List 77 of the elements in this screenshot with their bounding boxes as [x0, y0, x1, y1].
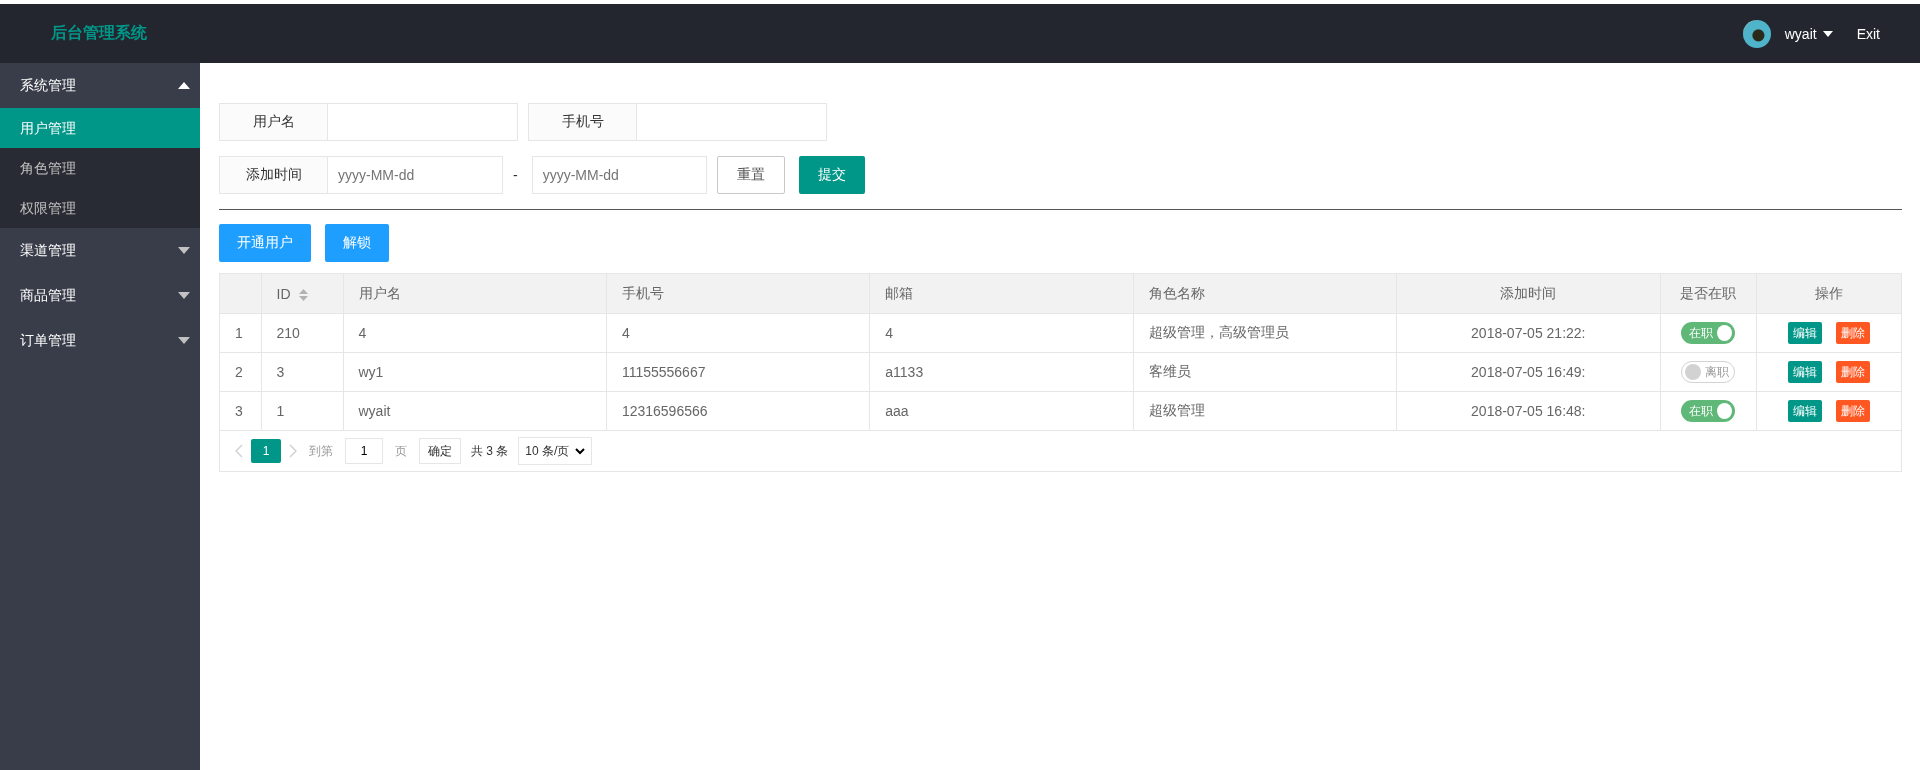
menu-item[interactable]: 角色管理 — [0, 148, 200, 188]
submit-button[interactable]: 提交 — [798, 156, 865, 194]
table-cell: a1133 — [885, 364, 924, 380]
goto-label: 到第 — [309, 442, 333, 460]
table-cell: 2018-07-05 16:48: — [1471, 403, 1586, 419]
table-cell: 210 — [276, 325, 300, 341]
table-cell: wy1 — [358, 364, 384, 380]
table-cell: wyait — [358, 403, 391, 419]
caret-up-icon — [178, 82, 190, 89]
toolbar-button[interactable]: 解锁 — [325, 224, 389, 262]
table-cell: 3 — [235, 403, 243, 419]
table-cell: 2 — [235, 364, 243, 380]
prev-page-icon[interactable] — [235, 444, 243, 458]
table-cell: 12316596566 — [621, 403, 708, 419]
column-header: 手机号 — [621, 284, 664, 301]
field-label: 手机号 — [528, 103, 637, 141]
total-count: 共 3 条 — [471, 442, 509, 460]
column-header: 用户名 — [358, 284, 401, 301]
next-page-icon[interactable] — [289, 444, 297, 458]
column-header: 操作 — [1814, 284, 1843, 301]
exit-link[interactable]: Exit — [1856, 25, 1880, 42]
menu-item[interactable]: 用户管理 — [0, 108, 200, 148]
status-switch[interactable]: 离职 — [1681, 361, 1735, 383]
app-logo[interactable]: 后台管理系统 — [51, 23, 147, 44]
input-field[interactable] — [328, 103, 518, 141]
table-cell: 4 — [358, 325, 367, 341]
edit-button[interactable]: 编辑 — [1787, 322, 1822, 344]
page-unit: 页 — [395, 442, 407, 460]
page-button[interactable]: 1 — [251, 439, 281, 463]
input-field[interactable]: yyyy-MM-dd — [531, 156, 707, 194]
table-cell: 1 — [235, 325, 243, 341]
page-size-select[interactable]: 10 条/页 — [518, 437, 593, 465]
column-header: 邮箱 — [885, 284, 914, 301]
table-cell: 客维员 — [1148, 363, 1191, 379]
chevron-icon — [575, 447, 586, 455]
table-cell: 3 — [276, 364, 285, 380]
status-switch[interactable]: 在职 — [1681, 400, 1735, 422]
toolbar-button[interactable]: 开通用户 — [219, 224, 311, 262]
menu-group[interactable]: 渠道管理 — [0, 228, 200, 273]
column-header: 添加时间 — [1500, 284, 1557, 301]
status-switch[interactable]: 在职 — [1681, 322, 1735, 344]
table-cell: 11155556667 — [621, 364, 706, 380]
table-cell: 1 — [276, 403, 285, 419]
field-label: 添加时间 — [219, 156, 328, 194]
input-field[interactable]: yyyy-MM-dd — [328, 156, 503, 194]
delete-button[interactable]: 删除 — [1835, 361, 1870, 383]
caret-down-icon — [178, 247, 190, 254]
table-cell: aaa — [885, 403, 909, 419]
reset-button[interactable]: 重置 — [716, 156, 785, 194]
caret-icon — [1822, 30, 1833, 37]
input-field[interactable] — [637, 103, 827, 141]
table-cell: 4 — [885, 325, 894, 341]
column-header: 角色名称 — [1148, 284, 1205, 301]
menu-group[interactable]: 商品管理 — [0, 273, 200, 318]
table-cell: 2018-07-05 16:49: — [1471, 364, 1586, 380]
edit-button[interactable]: 编辑 — [1787, 361, 1822, 383]
table-cell: 超级管理，高级管理员 — [1148, 324, 1289, 340]
edit-button[interactable]: 编辑 — [1787, 400, 1822, 422]
avatar-icon[interactable] — [1742, 19, 1771, 48]
table-cell: 2018-07-05 21:22: — [1471, 325, 1586, 341]
menu-item[interactable]: 权限管理 — [0, 188, 200, 228]
user-menu[interactable]: wyait — [1784, 25, 1833, 42]
table-cell: 超级管理 — [1148, 402, 1205, 418]
column-header: ID — [276, 285, 291, 302]
page-input[interactable]: 1 — [345, 438, 383, 464]
caret-down-icon — [178, 337, 190, 344]
confirm-button[interactable]: 确定 — [419, 438, 461, 464]
sort-icon[interactable] — [298, 288, 308, 301]
menu-group[interactable]: 订单管理 — [0, 318, 200, 363]
menu-group[interactable]: 系统管理 — [0, 63, 200, 108]
column-header: 是否在职 — [1680, 284, 1736, 301]
range-separator: - — [513, 167, 518, 183]
table-cell: 4 — [621, 325, 630, 341]
delete-button[interactable]: 删除 — [1835, 400, 1870, 422]
field-label: 用户名 — [219, 103, 328, 141]
delete-button[interactable]: 删除 — [1835, 322, 1870, 344]
caret-down-icon — [178, 292, 190, 299]
